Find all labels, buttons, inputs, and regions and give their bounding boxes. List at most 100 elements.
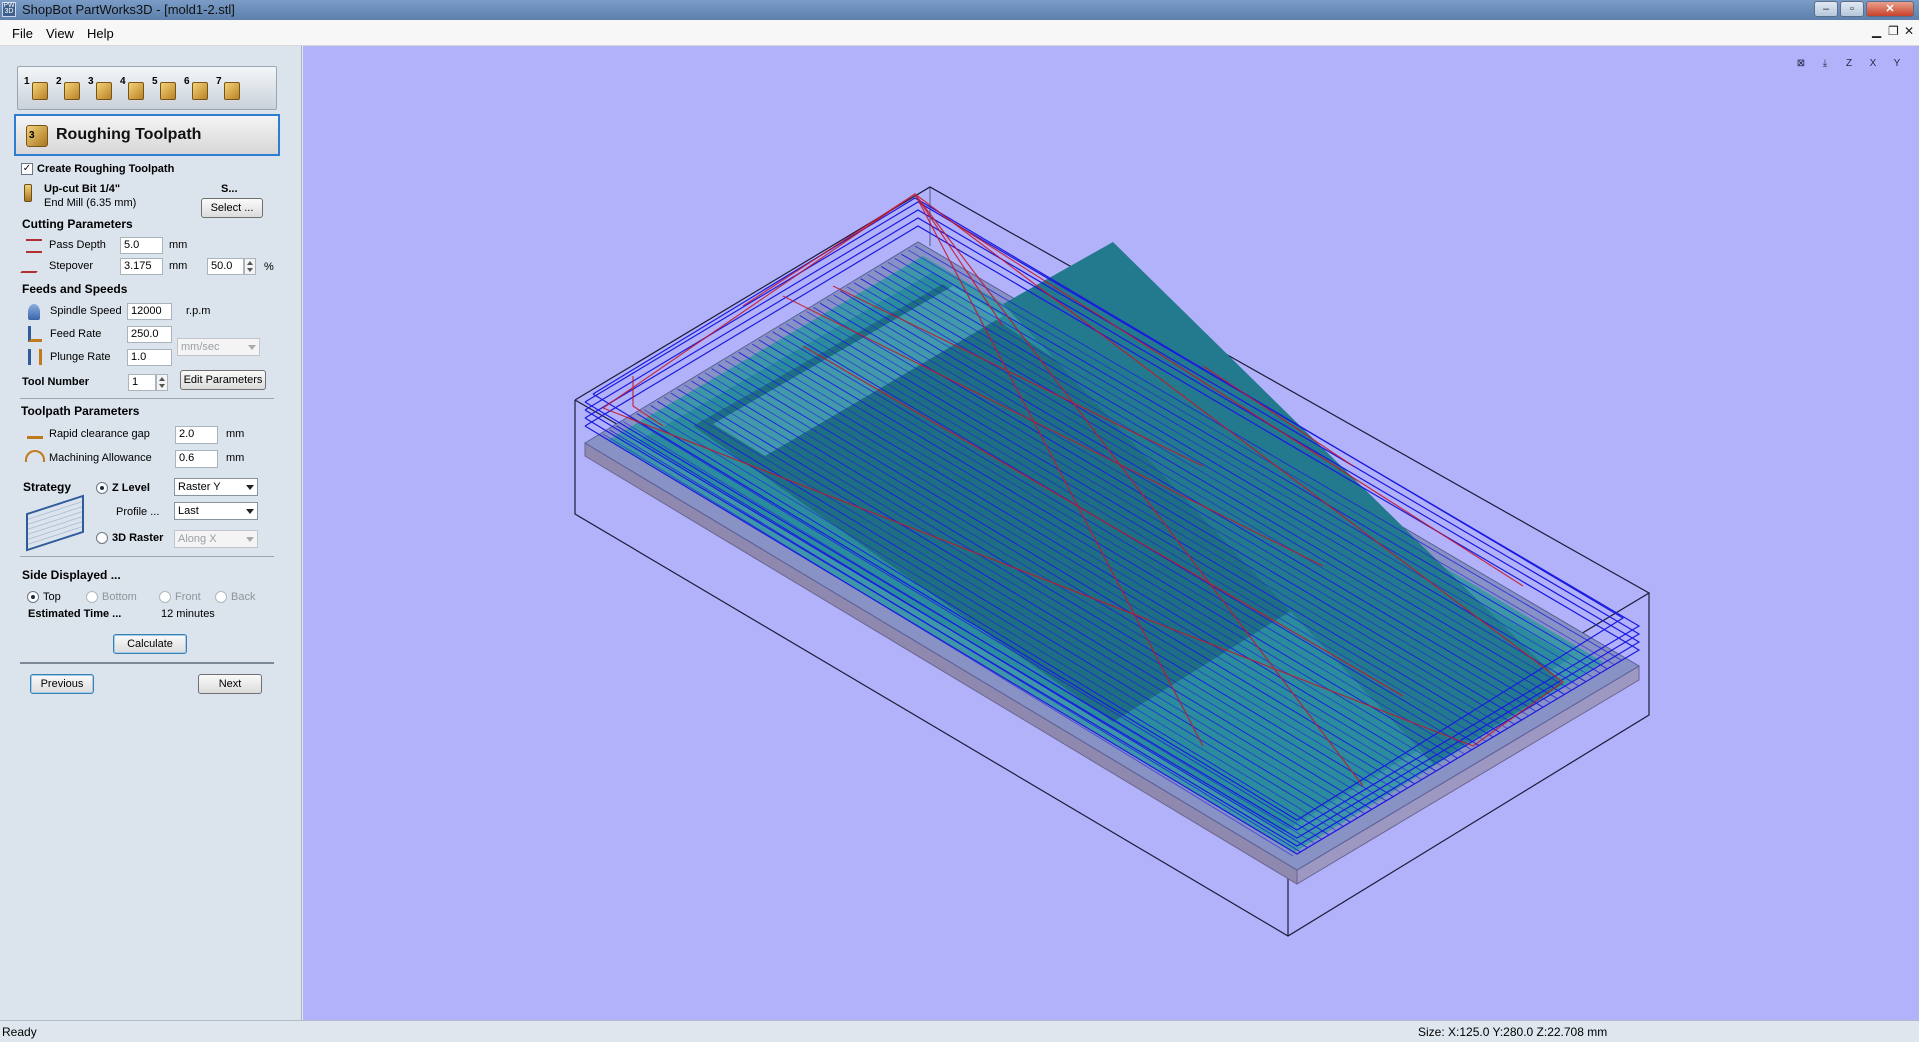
title-bar: PW 3D ShopBot PartWorks3D - [mold1-2.stl… [0,0,1919,20]
estimated-time-value: 12 minutes [161,608,215,620]
pass-depth-icon [26,239,42,253]
cutting-params-title: Cutting Parameters [22,217,133,231]
spindle-unit: r.p.m [186,305,211,317]
app-icon: PW 3D [2,2,16,17]
next-button[interactable]: Next [198,674,262,694]
step-3-icon[interactable]: 3 [88,76,115,102]
spindle-icon [28,304,40,320]
feed-rate-input[interactable]: 250.0 [127,326,172,343]
spindle-label: Spindle Speed [50,305,122,317]
menu-view[interactable]: View [46,26,74,41]
side-bottom-radio[interactable] [86,591,98,603]
zlevel-select[interactable]: Raster Y [174,478,258,496]
mdi-minimize-icon[interactable]: ▁ [1872,24,1881,38]
panel-header: 3 Roughing Toolpath [14,114,280,156]
zlevel-label: Z Level [112,482,150,494]
percent-unit: % [264,261,274,273]
clearance-input[interactable]: 2.0 [175,426,218,444]
side-back-radio[interactable] [215,591,227,603]
zlevel-radio[interactable] [96,482,108,494]
side-top-label: Top [43,591,61,603]
create-toolpath-label: Create Roughing Toolpath [37,163,175,175]
side-title: Side Displayed ... [22,568,121,582]
select-tool-button[interactable]: Select ... [201,198,263,218]
clearance-label: Rapid clearance gap [49,428,150,440]
stepover-percent-input[interactable]: 50.0 [207,258,244,275]
app-window: PW 3D ShopBot PartWorks3D - [mold1-2.stl… [0,0,1919,1042]
step-5-icon[interactable]: 5 [152,76,179,102]
step-6-icon[interactable]: 6 [184,76,211,102]
pass-depth-input[interactable]: 5.0 [120,237,163,254]
stepover-percent-spinner[interactable] [244,258,256,275]
window-title: ShopBot PartWorks3D - [mold1-2.stl] [22,2,235,17]
side-front-radio[interactable] [159,591,171,603]
mdi-close-icon[interactable]: ✕ [1904,24,1914,38]
divider [20,662,274,664]
profile-label: Profile ... [116,506,160,518]
3d-viewport[interactable]: ⊠ ⤓ Z X Y [303,46,1919,1020]
plunge-rate-icon [28,349,42,365]
clearance-icon [27,425,43,439]
pass-depth-unit: mm [169,239,188,251]
calculate-button[interactable]: Calculate [113,634,187,654]
pass-depth-label: Pass Depth [49,239,106,251]
mdi-restore-icon[interactable]: ❐ [1888,24,1899,38]
minimize-icon[interactable]: – [1814,1,1838,17]
close-icon[interactable]: ✕ [1866,1,1914,17]
allowance-icon [25,450,45,462]
raster-select[interactable]: Along X [174,530,258,548]
raster-label: 3D Raster [112,532,164,544]
create-toolpath-checkbox[interactable]: ✓ [21,163,33,175]
estimated-time-label: Estimated Time ... [28,608,122,620]
strategy-icon [26,494,84,552]
end-mill-icon [24,184,32,202]
tool-short-label: S... [221,183,238,195]
side-back-label: Back [231,591,256,603]
side-front-label: Front [175,591,201,603]
tool-number-input[interactable]: 1 [128,374,156,391]
tool-description: End Mill (6.35 mm) [44,197,137,209]
step-1-icon[interactable]: 1 [24,76,51,102]
tool-name: Up-cut Bit 1/4" [44,183,121,195]
divider [20,398,274,399]
step-2-icon[interactable]: 2 [56,76,83,102]
feed-rate-icon [28,326,42,342]
status-text: Ready [2,1025,37,1039]
wizard-toolbar: 1 2 3 4 5 6 7 [17,66,277,110]
status-bar: Ready Size: X:125.0 Y:280.0 Z:22.708 mm [0,1020,1919,1042]
stepover-icon [20,259,48,273]
feed-rate-label: Feed Rate [50,328,102,340]
menu-bar: File View Help ▁ ❐ ✕ [0,20,1919,46]
tool-number-spinner[interactable] [156,374,168,391]
model-size: Size: X:125.0 Y:280.0 Z:22.708 mm [1418,1025,1608,1039]
allowance-label: Machining Allowance [49,452,152,464]
tool-number-label: Tool Number [22,376,90,388]
spindle-input[interactable]: 12000 [127,303,172,320]
step-7-icon[interactable]: 7 [216,76,243,102]
rate-unit-select[interactable]: mm/sec [177,338,260,356]
divider [20,556,274,557]
profile-select[interactable]: Last [174,502,258,520]
maximize-icon[interactable]: ▫ [1840,1,1864,17]
stepover-input[interactable]: 3.175 [120,258,163,275]
raster-radio[interactable] [96,532,108,544]
panel-title: Roughing Toolpath [56,126,202,143]
plunge-rate-label: Plunge Rate [50,351,111,363]
menu-file[interactable]: File [12,26,33,41]
allowance-input[interactable]: 0.6 [175,450,218,468]
clearance-unit: mm [226,428,245,440]
stepover-unit: mm [169,260,188,272]
toolpath-params-title: Toolpath Parameters [21,404,140,418]
step-4-icon[interactable]: 4 [120,76,147,102]
previous-button[interactable]: Previous [30,674,94,694]
allowance-unit: mm [226,452,245,464]
strategy-title: Strategy [23,480,72,494]
side-bottom-label: Bottom [102,591,137,603]
menu-help[interactable]: Help [87,26,114,41]
model-view [574,186,1651,937]
side-top-radio[interactable] [27,591,39,603]
plunge-rate-input[interactable]: 1.0 [127,349,172,366]
edit-parameters-button[interactable]: Edit Parameters [180,370,266,390]
toolpath-panel: 1 2 3 4 5 6 7 3 Roughing Toolpath ✓ Crea… [0,46,302,1020]
roughing-icon: 3 [26,125,48,147]
